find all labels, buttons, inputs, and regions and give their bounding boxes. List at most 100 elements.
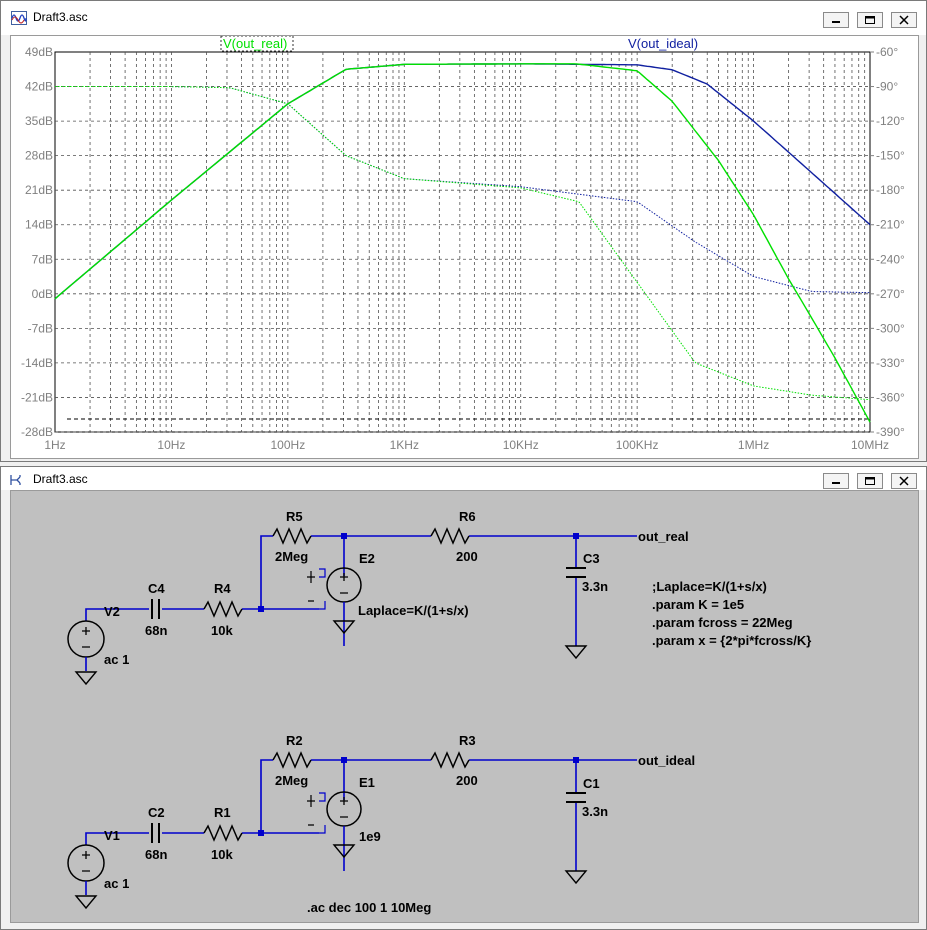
V1-name: V1 [104,828,120,843]
v-out-real-magnitude-trace [54,63,871,423]
ground-icon [564,870,588,885]
x-tick-label: 1Hz [44,438,65,452]
C3-value: 3.3n [582,579,608,594]
minimize-icon [832,482,840,484]
maximize-icon [865,477,875,485]
schematic-drawing[interactable]: R5 2Meg R6 200 C3 3.3n out_real C4 68n R… [11,491,918,922]
R2-value: 2Meg [275,773,308,788]
R1-name: R1 [214,805,231,820]
y-left-tick-label: 35dB [25,114,53,128]
y-left-tick-label: 21dB [25,183,53,197]
y-left-tick-label: 28dB [25,149,53,163]
y-right-tick-label: -210° [876,218,905,232]
directive-line: .param K = 1e5 [652,597,744,612]
y-right-tick-label: -330° [876,356,905,370]
resistor-R2[interactable]: R2 2Meg [272,733,312,788]
y-left-tick-label: 14dB [25,218,53,232]
y-right-tick-label: -120° [876,114,905,128]
C3-name: C3 [583,551,600,566]
v-out-ideal-phase-trace [55,86,871,294]
y-left-tick-label: -14dB [21,356,53,370]
plot-window-title: Draft3.asc [33,10,88,24]
x-tick-label: 100Hz [271,438,306,452]
schematic-close-button[interactable] [891,473,917,489]
y-right-tick-label: -390° [876,425,905,439]
directive-line: .param fcross = 22Meg [652,615,793,630]
schematic-titlebar[interactable]: Draft3.asc [1,467,926,490]
schematic-maximize-button[interactable] [857,473,883,489]
R5-value: 2Meg [275,549,308,564]
close-icon [899,476,909,486]
resistor-R1[interactable]: R1 10k [203,805,243,862]
capacitor-C1[interactable]: C1 3.3n [566,776,608,819]
C2-name: C2 [148,805,165,820]
R3-value: 200 [456,773,478,788]
y-right-tick-label: -180° [876,183,905,197]
V1-value: ac 1 [104,876,129,891]
waveform-icon [11,11,27,25]
schematic-canvas[interactable]: R5 2Meg R6 200 C3 3.3n out_real C4 68n R… [10,490,919,923]
R4-value: 10k [211,623,233,638]
resistor-R5[interactable]: R5 2Meg [272,509,312,564]
y-left-tick-label: -21dB [21,390,53,404]
V2-value: ac 1 [104,652,129,667]
y-left-tick-label: -7dB [28,321,53,335]
resistor-R4[interactable]: R4 10k [203,581,243,638]
E1-value: 1e9 [359,829,381,844]
junction-dots-ideal [258,757,579,836]
minimize-icon [832,21,840,23]
plot-window[interactable]: Draft3.asc 1Hz 10Hz 100Hz 1KHz 10KHz 100KHz 1M… [0,0,927,462]
x-tick-label: 1KHz [390,438,419,452]
R6-name: R6 [459,509,476,524]
E2-value: Laplace=K/(1+s/x) [358,603,469,618]
junction-dots-real [258,533,579,612]
x-tick-label: 1MHz [738,438,769,452]
maximize-icon [865,16,875,24]
plot-titlebar[interactable]: Draft3.asc [1,1,926,35]
y-right-tick-label: -150° [876,149,905,163]
voltage-source-V1[interactable]: V1 ac 1 [67,828,129,910]
waveform-viewer[interactable]: 1Hz 10Hz 100Hz 1KHz 10KHz 100KHz 1MHz 10MHz 49dB… [10,35,919,459]
bode-plot[interactable]: 1Hz 10Hz 100Hz 1KHz 10KHz 100KHz 1MHz 10MHz 49dB… [11,35,918,458]
ground-icon [564,645,588,660]
y-right-tick-label: -270° [876,287,905,301]
y-right-tick-label: -90° [876,80,898,94]
schematic-icon [10,475,21,485]
legend-v-out-ideal: V(out_ideal) [628,36,698,51]
plot-close-button[interactable] [891,12,917,28]
net-label-out-real: out_real [638,529,689,544]
y-right-tick-label: -360° [876,390,905,404]
directive-line: ;Laplace=K/(1+s/x) [652,579,767,594]
C4-name: C4 [148,581,165,596]
x-tick-label: 10KHz [503,438,539,452]
y-left-tick-label: 42dB [25,80,53,94]
R4-name: R4 [214,581,231,596]
E1-name: E1 [359,775,375,790]
y-left-tick-label: 49dB [25,45,53,59]
legend-v-out-real: V(out_real) [223,36,287,51]
spice-directives[interactable]: ;Laplace=K/(1+s/x) .param K = 1e5 .param… [652,579,811,648]
ground-icon [74,671,98,686]
x-tick-label: 10Hz [157,438,185,452]
R2-name: R2 [286,733,303,748]
plot-maximize-button[interactable] [857,12,883,28]
C2-value: 68n [145,847,167,862]
schematic-minimize-button[interactable] [823,473,849,489]
schematic-window-title: Draft3.asc [33,472,88,486]
vcvs-E2[interactable]: E2 Laplace=K/(1+s/x) [307,551,469,635]
C1-value: 3.3n [582,804,608,819]
analysis-directive[interactable]: .ac dec 100 1 10Meg [307,900,431,915]
R6-value: 200 [456,549,478,564]
y-right-tick-label: -300° [876,321,905,335]
y-left-tick-label: 0dB [32,287,53,301]
R3-name: R3 [459,733,476,748]
C4-value: 68n [145,623,167,638]
capacitor-C3[interactable]: C3 3.3n [566,551,608,594]
x-tick-label: 10MHz [851,438,889,452]
plot-minimize-button[interactable] [823,12,849,28]
E2-name: E2 [359,551,375,566]
y-right-tick-label: -60° [876,45,898,59]
v-out-real-phase-trace [55,86,871,401]
schematic-window[interactable]: Draft3.asc R5 2Meg R6 200 C3 3.3n out_re… [0,466,927,930]
voltage-source-V2[interactable]: V2 ac 1 [67,604,129,686]
